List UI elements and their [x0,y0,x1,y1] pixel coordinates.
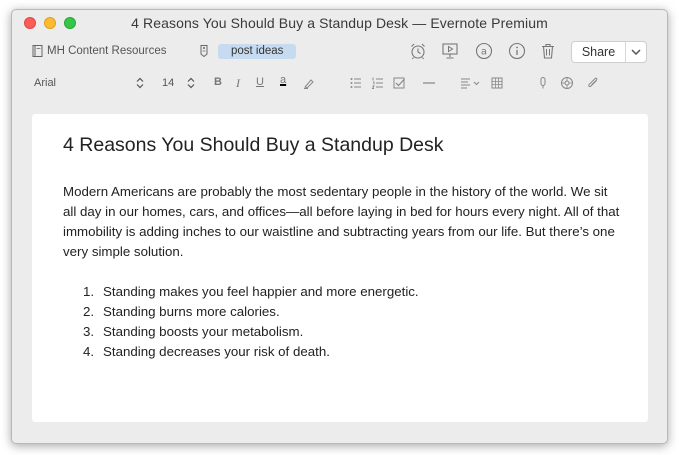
bold-button[interactable]: B [214,76,222,88]
notebook-name: MH Content Resources [47,45,167,57]
italic-button[interactable]: I [236,76,240,91]
attachment-icon[interactable] [586,76,600,90]
horizontal-rule-icon[interactable] [422,76,436,90]
table-icon[interactable] [490,76,504,90]
share-options-button[interactable] [626,42,646,62]
title-bar: 4 Reasons You Should Buy a Standup Desk … [12,10,667,36]
share-button-group: Share [571,41,647,63]
share-button[interactable]: Share [572,42,626,62]
checkbox-icon[interactable] [392,76,406,90]
tag-icon[interactable] [198,44,210,58]
underline-button[interactable]: U [256,76,264,88]
list-item[interactable]: 1. Standing makes you feel happier and mo… [83,282,419,302]
list-item[interactable]: 2. Standing burns more calories. [83,302,419,322]
font-family-select[interactable]: Arial [34,77,56,89]
note-paragraph[interactable]: Modern Americans are probably the most s… [63,182,623,262]
reminder-icon[interactable] [409,42,427,60]
note-toolbar: MH Content Resources post ideas a Share [12,37,667,69]
camera-icon[interactable] [560,76,574,90]
text-color-button[interactable]: a [280,74,286,86]
font-size-select[interactable]: 14 [162,77,174,89]
notebook-icon [32,45,43,57]
tag-post-ideas[interactable]: post ideas [218,44,297,59]
svg-text:a: a [481,47,487,58]
format-toolbar: Arial 14 B I U a [12,70,667,96]
font-stepper-icon[interactable] [136,77,144,89]
info-icon[interactable] [508,42,526,60]
notebook-selector[interactable]: MH Content Resources [32,45,167,57]
numbered-list-icon[interactable] [371,76,385,90]
window-title: 4 Reasons You Should Buy a Standup Desk … [131,15,548,31]
chevron-down-icon [631,49,641,55]
bullet-list-icon[interactable] [349,76,363,90]
note-editor[interactable]: 4 Reasons You Should Buy a Standup Desk … [32,114,648,422]
note-numbered-list: 1. Standing makes you feel happier and mo… [83,282,419,362]
app-window: 4 Reasons You Should Buy a Standup Desk … [11,9,668,444]
size-stepper-icon[interactable] [187,77,195,89]
list-item[interactable]: 3. Standing boosts your metabolism. [83,322,419,342]
trash-icon[interactable] [539,42,557,60]
microphone-icon[interactable] [536,76,550,90]
highlighter-icon[interactable] [302,76,316,90]
note-title[interactable]: 4 Reasons You Should Buy a Standup Desk [63,134,444,157]
at-icon[interactable]: a [475,42,493,60]
align-menu-icon[interactable] [460,76,482,90]
list-item[interactable]: 4. Standing decreases your risk of death. [83,342,419,362]
presentation-icon[interactable] [441,42,459,60]
